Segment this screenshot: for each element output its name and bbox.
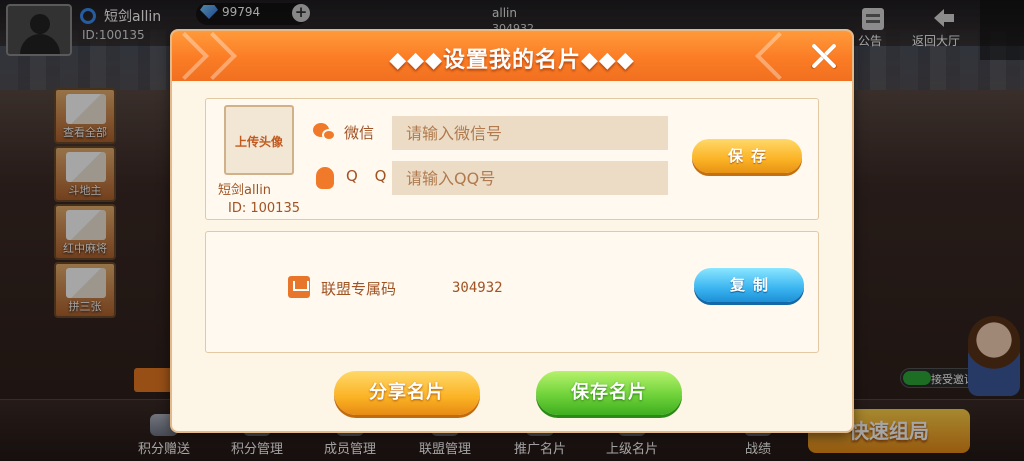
alliance-code-label: 联盟专属码 [321, 280, 397, 298]
wechat-input[interactable] [392, 116, 668, 150]
share-card-button[interactable]: 分享名片 [334, 371, 480, 415]
modal-header: ◆◆◆设置我的名片◆◆◆ [172, 31, 852, 81]
alliance-code-value: 304932 [452, 280, 503, 296]
modal-title: ◆◆◆设置我的名片◆◆◆ [389, 48, 635, 73]
qr-code-icon [288, 276, 310, 298]
business-card-modal: ◆◆◆设置我的名片◆◆◆ 上传头像 短剑allin ID: 100135 微信 … [172, 31, 852, 431]
alliance-code-panel: 联盟专属码 304932 复制 [205, 231, 819, 353]
wechat-label: 微信 [344, 124, 375, 142]
qq-icon [316, 167, 334, 189]
contact-panel: 上传头像 短剑allin ID: 100135 微信 Q Q 保存 [205, 98, 819, 220]
upload-avatar-label: 上传头像 [234, 135, 283, 149]
save-button[interactable]: 保存 [692, 139, 802, 173]
save-card-button[interactable]: 保存名片 [536, 371, 682, 415]
card-username: 短剑allin [218, 183, 272, 198]
qq-label: Q Q [346, 167, 393, 185]
close-icon[interactable] [810, 42, 838, 70]
copy-button[interactable]: 复制 [694, 268, 804, 302]
wechat-icon [313, 123, 339, 143]
qq-input[interactable] [392, 161, 668, 195]
upload-avatar-button[interactable]: 上传头像 [224, 105, 294, 175]
card-user-id: ID: 100135 [228, 201, 300, 216]
